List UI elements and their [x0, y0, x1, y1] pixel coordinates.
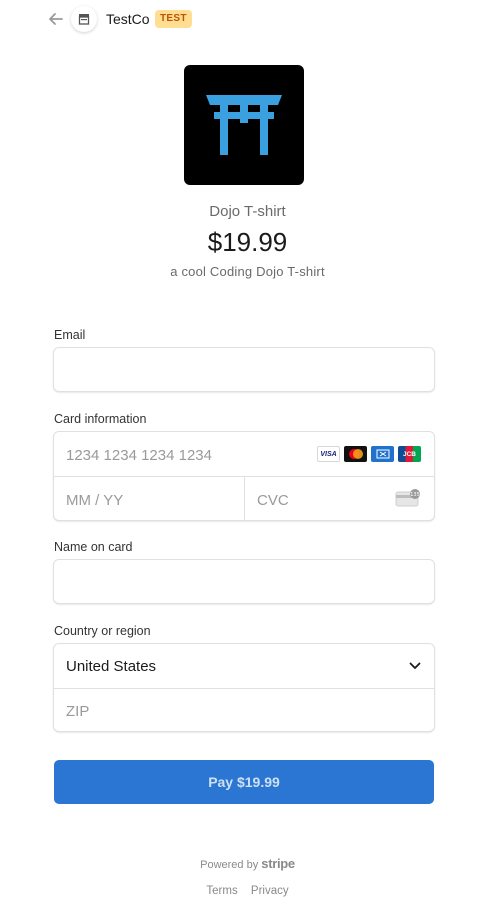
cvc-placeholder: CVC [257, 492, 289, 509]
terms-link[interactable]: Terms [206, 885, 237, 897]
email-label: Email [54, 328, 86, 342]
name-on-card-input[interactable] [53, 559, 435, 604]
cvc-input[interactable]: CVC 135 [245, 477, 434, 521]
chevron-down-icon [409, 662, 421, 669]
name-on-card-label: Name on card [54, 540, 133, 554]
email-input[interactable] [53, 347, 435, 392]
footer-links: Terms Privacy [0, 885, 495, 897]
product-name: Dojo T-shirt [209, 203, 286, 220]
privacy-link[interactable]: Privacy [251, 885, 289, 897]
test-mode-badge: TEST [155, 10, 192, 28]
card-back-icon: 135 [395, 489, 420, 507]
country-select[interactable]: United States [54, 644, 434, 688]
card-information-group: 1234 1234 1234 1234 VISA JCB MM / YY CVC… [53, 431, 435, 521]
country-label: Country or region [54, 624, 151, 638]
product-price: $19.99 [207, 227, 288, 257]
zip-input[interactable]: ZIP [54, 689, 434, 732]
zip-placeholder: ZIP [66, 703, 90, 720]
card-number-input[interactable]: 1234 1234 1234 1234 VISA JCB [54, 432, 434, 476]
torii-gate-icon [206, 95, 282, 155]
card-information-label: Card information [54, 412, 147, 426]
svg-text:135: 135 [410, 492, 420, 498]
back-arrow-icon[interactable] [46, 10, 66, 28]
powered-by-text: Powered by [200, 859, 259, 871]
jcb-icon: JCB [398, 446, 421, 462]
card-brands: VISA JCB [317, 446, 421, 462]
storefront-icon [78, 14, 90, 25]
pay-button[interactable]: Pay $19.99 [54, 760, 434, 804]
merchant-avatar [71, 6, 97, 32]
expiry-input[interactable]: MM / YY [54, 477, 244, 521]
mastercard-icon [344, 446, 367, 462]
expiry-placeholder: MM / YY [66, 492, 124, 509]
country-value: United States [66, 658, 157, 675]
product-image [184, 65, 304, 185]
header: TestCo TEST [0, 0, 495, 40]
merchant-name: TestCo [106, 11, 150, 27]
product-description: a cool Coding Dojo T-shirt [170, 264, 325, 279]
powered-by-stripe[interactable]: Powered by stripe [0, 856, 495, 871]
amex-icon [371, 446, 394, 462]
visa-icon: VISA [317, 446, 340, 462]
card-number-placeholder: 1234 1234 1234 1234 [66, 447, 212, 464]
stripe-logo: stripe [261, 856, 295, 871]
country-zip-group: United States ZIP [53, 643, 435, 732]
